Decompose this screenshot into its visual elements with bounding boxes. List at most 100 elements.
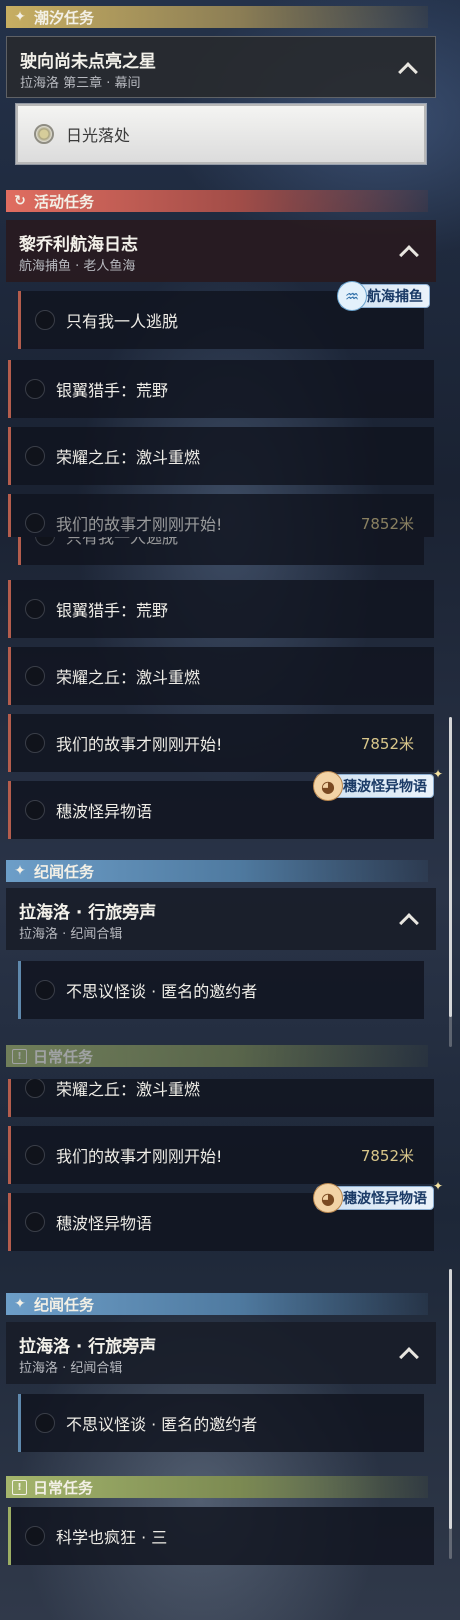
tag-label: 穗波怪异物语 bbox=[343, 1191, 427, 1207]
quest-item-invite[interactable]: 不思议怪谈 · 匿名的邀约者 bbox=[18, 961, 424, 1019]
suibo-tag: ◕ 穗波怪异物语 ✦ bbox=[313, 1179, 443, 1213]
section-header-daily: ! 日常任务 bbox=[6, 1476, 428, 1498]
quest-item-escape[interactable]: 只有我一人逃脱 bbox=[18, 537, 424, 565]
quest-panel-1: ✦ 潮汐任务 驶向尚未点亮之星 拉海洛 第三章 · 幕间 日光落处 ↻ 活动任务… bbox=[0, 0, 460, 537]
sparkle-star-icon: ✦ bbox=[14, 1296, 26, 1312]
quest-group-title: 黎乔利航海日志 bbox=[19, 235, 138, 255]
quest-label: 荣耀之丘：激斗重燃 bbox=[56, 668, 201, 687]
quest-item-glory[interactable]: 荣耀之丘：激斗重燃 bbox=[8, 1079, 434, 1117]
suibo-tag: ◕ 穗波怪异物语 ✦ bbox=[313, 767, 443, 801]
quest-radio-icon bbox=[35, 310, 55, 330]
fishing-tag: ♒ 航海捕鱼 bbox=[337, 281, 430, 311]
quest-distance: 7852米 bbox=[360, 1146, 414, 1165]
sparkle-icon: ✦ bbox=[432, 767, 443, 781]
quest-label: 不思议怪谈 · 匿名的邀约者 bbox=[66, 982, 258, 1001]
section-title: 日常任务 bbox=[33, 1478, 94, 1497]
quest-group-title: 拉海洛 · 行旅旁声 bbox=[19, 903, 157, 923]
quest-item-story[interactable]: 我们的故事才刚刚开始! 7852米 bbox=[8, 494, 434, 537]
quest-label: 银翼猎手：荒野 bbox=[56, 381, 169, 400]
chevron-up-icon[interactable] bbox=[399, 245, 419, 265]
quest-radio-icon bbox=[25, 1212, 45, 1232]
quest-item-sunlight[interactable]: 日光落处 bbox=[15, 103, 427, 165]
quest-radio-icon bbox=[25, 513, 45, 533]
quest-group-subtitle: 拉海洛 · 纪闻合辑 bbox=[19, 927, 123, 942]
quest-item-silverwing[interactable]: 银翼猎手：荒野 bbox=[8, 360, 434, 418]
exclamation-box-icon: ! bbox=[12, 1479, 27, 1495]
quest-label: 穗波怪异物语 bbox=[56, 1214, 153, 1233]
quest-label: 我们的故事才刚刚开始! bbox=[56, 735, 223, 754]
quest-group-subtitle: 航海捕鱼 · 老人鱼海 bbox=[19, 259, 136, 274]
chevron-up-icon[interactable] bbox=[399, 1347, 419, 1367]
quest-radio-icon bbox=[25, 733, 45, 753]
tag-label: 穗波怪异物语 bbox=[343, 779, 427, 795]
quest-radio-icon bbox=[25, 800, 45, 820]
sparkle-star-icon: ✦ bbox=[14, 863, 26, 879]
quest-radio-icon bbox=[25, 666, 45, 686]
scrollbar[interactable] bbox=[449, 717, 452, 1047]
section-title: 日常任务 bbox=[33, 1047, 94, 1066]
cat-icon: ◕ bbox=[313, 1183, 343, 1213]
quest-label: 日光落处 bbox=[66, 126, 131, 145]
quest-radio-icon bbox=[25, 599, 45, 619]
quest-group-title: 驶向尚未点亮之星 bbox=[20, 52, 156, 72]
quest-radio-icon bbox=[25, 1526, 45, 1546]
quest-radio-icon bbox=[25, 1145, 45, 1165]
quest-label: 只有我一人逃脱 bbox=[66, 537, 179, 547]
quest-group-voice[interactable]: 拉海洛 · 行旅旁声 拉海洛 · 纪闻合辑 bbox=[6, 1322, 436, 1384]
quest-label: 科学也疯狂 · 三 bbox=[56, 1528, 168, 1547]
section-title: 活动任务 bbox=[34, 192, 95, 211]
scrollbar-thumb[interactable] bbox=[449, 717, 452, 1017]
exclamation-box-icon: ! bbox=[12, 1048, 27, 1064]
quest-panel-3: 荣耀之丘：激斗重燃 我们的故事才刚刚开始! 7852米 穗波怪异物语 ◕ 穗波怪… bbox=[0, 1079, 460, 1620]
chevron-up-icon[interactable] bbox=[399, 913, 419, 933]
section-title: 潮汐任务 bbox=[34, 8, 95, 27]
quest-item-story[interactable]: 我们的故事才刚刚开始! 7852米 bbox=[8, 1126, 434, 1184]
quest-item-invite[interactable]: 不思议怪谈 · 匿名的邀约者 bbox=[18, 1394, 424, 1452]
quest-radio-icon bbox=[35, 537, 55, 546]
quest-item-science[interactable]: 科学也疯狂 · 三 bbox=[8, 1507, 434, 1565]
quest-group-subtitle: 拉海洛 · 纪闻合辑 bbox=[19, 1361, 123, 1376]
swirl-icon: ↻ bbox=[14, 193, 26, 209]
quest-label: 只有我一人逃脱 bbox=[66, 312, 179, 331]
quest-label: 银翼猎手：荒野 bbox=[56, 601, 169, 620]
quest-radio-icon bbox=[25, 1079, 45, 1098]
quest-group-title: 拉海洛 · 行旅旁声 bbox=[19, 1337, 157, 1357]
chevron-up-icon[interactable] bbox=[398, 62, 418, 82]
quest-item-glory[interactable]: 荣耀之丘：激斗重燃 bbox=[8, 647, 434, 705]
sparkle-icon: ✦ bbox=[432, 1179, 443, 1193]
quest-panel-2: 只有我一人逃脱 银翼猎手：荒野 荣耀之丘：激斗重燃 我们的故事才刚刚开始! 78… bbox=[0, 537, 460, 1079]
quest-group-star[interactable]: 驶向尚未点亮之星 拉海洛 第三章 · 幕间 bbox=[6, 36, 436, 98]
section-header-lore: ✦ 纪闻任务 bbox=[6, 1293, 428, 1315]
section-header-lore: ✦ 纪闻任务 bbox=[6, 860, 428, 882]
quest-label: 不思议怪谈 · 匿名的邀约者 bbox=[66, 1415, 258, 1434]
quest-distance: 7852米 bbox=[360, 514, 414, 533]
quest-label: 穗波怪异物语 bbox=[56, 802, 153, 821]
sparkle-star-icon: ✦ bbox=[14, 9, 26, 25]
quest-radio-icon bbox=[35, 980, 55, 1000]
section-header-daily: ! 日常任务 bbox=[6, 1045, 428, 1067]
quest-radio-icon bbox=[34, 124, 54, 144]
fish-hook-icon: ♒ bbox=[337, 281, 367, 311]
quest-group-log[interactable]: 黎乔利航海日志 航海捕鱼 · 老人鱼海 bbox=[6, 220, 436, 282]
quest-item-silverwing[interactable]: 银翼猎手：荒野 bbox=[8, 580, 434, 638]
section-header-tide: ✦ 潮汐任务 bbox=[6, 6, 428, 28]
quest-item-story[interactable]: 我们的故事才刚刚开始! 7852米 bbox=[8, 714, 434, 772]
quest-group-subtitle: 拉海洛 第三章 · 幕间 bbox=[20, 76, 141, 91]
cat-icon: ◕ bbox=[313, 771, 343, 801]
quest-group-voice[interactable]: 拉海洛 · 行旅旁声 拉海洛 · 纪闻合辑 bbox=[6, 888, 436, 950]
quest-distance: 7852米 bbox=[360, 734, 414, 753]
section-title: 纪闻任务 bbox=[34, 1295, 95, 1314]
quest-label: 我们的故事才刚刚开始! bbox=[56, 1147, 223, 1166]
section-header-activity: ↻ 活动任务 bbox=[6, 190, 428, 212]
quest-label: 我们的故事才刚刚开始! bbox=[56, 515, 223, 534]
quest-label: 荣耀之丘：激斗重燃 bbox=[56, 448, 201, 467]
quest-radio-icon bbox=[25, 379, 45, 399]
quest-radio-icon bbox=[35, 1413, 55, 1433]
quest-item-glory[interactable]: 荣耀之丘：激斗重燃 bbox=[8, 427, 434, 485]
tag-label: 航海捕鱼 bbox=[367, 289, 423, 305]
scrollbar-thumb[interactable] bbox=[449, 1269, 452, 1529]
section-title: 纪闻任务 bbox=[34, 862, 95, 881]
quest-label: 荣耀之丘：激斗重燃 bbox=[56, 1080, 201, 1099]
quest-radio-icon bbox=[25, 446, 45, 466]
scrollbar[interactable] bbox=[449, 1269, 452, 1559]
